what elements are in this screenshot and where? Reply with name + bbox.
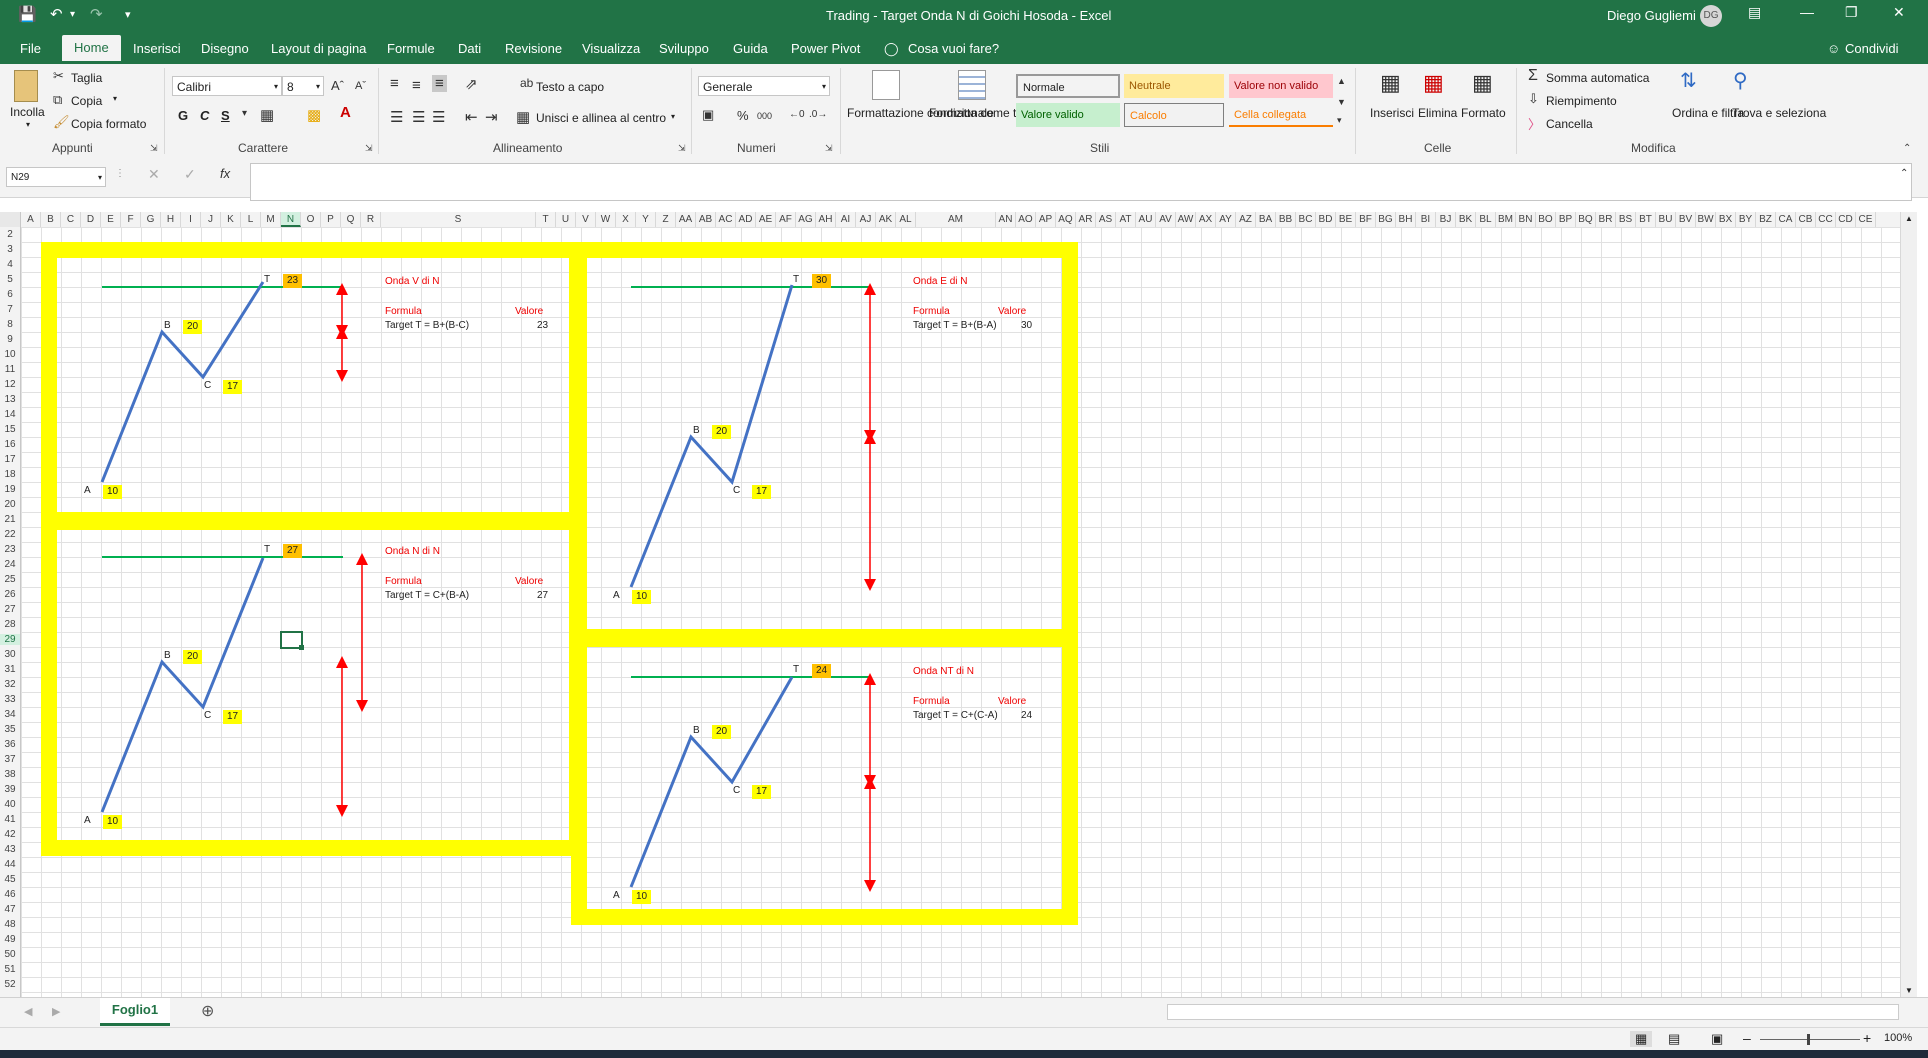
- scroll-up-icon: ▲: [1905, 214, 1913, 223]
- formula-header: Formula: [913, 306, 950, 317]
- drawing-layer: [41, 242, 1078, 925]
- panel-title: Onda E di N: [913, 276, 968, 287]
- wave-lines: [100, 281, 794, 888]
- point-label-a: A: [84, 485, 91, 496]
- value-t[interactable]: 23: [283, 274, 302, 288]
- next-sheet-icon[interactable]: ▶: [52, 1005, 60, 1018]
- point-label-b: B: [693, 725, 700, 736]
- point-label-b: B: [693, 425, 700, 436]
- formula-result: 27: [537, 590, 549, 601]
- point-label-c: C: [204, 380, 212, 391]
- point-label-a: A: [613, 890, 620, 901]
- page-layout-view-icon[interactable]: ▤: [1668, 1031, 1680, 1047]
- frame-onda-nt: [571, 631, 1078, 925]
- value-b[interactable]: 20: [712, 425, 731, 439]
- point-label-c: C: [733, 785, 741, 796]
- formula-header: Formula: [913, 696, 950, 707]
- value-c[interactable]: 17: [752, 785, 771, 799]
- point-label-a: A: [613, 590, 620, 601]
- measure-arrows: [336, 283, 876, 892]
- zoom-slider[interactable]: [1760, 1039, 1860, 1040]
- status-bar: ▦ ▤ ▣ – + 100%: [0, 1027, 1928, 1051]
- point-label-c: C: [204, 710, 212, 721]
- formula-header: Formula: [385, 576, 422, 587]
- point-label-t: T: [264, 274, 271, 285]
- frame-onda-e: [571, 242, 1078, 645]
- formula-result: 30: [1021, 320, 1033, 331]
- target-lines: [102, 286, 870, 678]
- point-label-b: B: [164, 320, 171, 331]
- point-label-b: B: [164, 650, 171, 661]
- sheet-tab-bar: ◀ ▶ Foglio1 ⊕: [0, 997, 1928, 1028]
- normal-view-icon[interactable]: ▦: [1630, 1031, 1653, 1047]
- page-break-view-icon[interactable]: ▣: [1711, 1031, 1723, 1047]
- formula-text: Target T = B+(B-C): [385, 320, 470, 331]
- formula-result: 23: [537, 320, 549, 331]
- point-label-a: A: [84, 815, 91, 826]
- fill-handle[interactable]: [299, 645, 304, 650]
- frame-onda-v: [41, 242, 585, 528]
- wave-onda-nt: [629, 676, 794, 888]
- taskbar: [0, 1050, 1928, 1058]
- active-cell[interactable]: [280, 631, 303, 649]
- point-label-c: C: [733, 485, 741, 496]
- value-header: Valore: [515, 576, 544, 587]
- wave-onda-n: [100, 557, 265, 813]
- value-t[interactable]: 27: [283, 544, 302, 558]
- value-a[interactable]: 10: [632, 890, 651, 904]
- formula-text: Target T = C+(B-A): [385, 590, 470, 601]
- formula-text: Target T = B+(B-A): [913, 320, 997, 331]
- value-a[interactable]: 10: [103, 485, 122, 499]
- point-label-t: T: [793, 664, 800, 675]
- value-t[interactable]: 24: [812, 664, 831, 678]
- prev-sheet-icon[interactable]: ◀: [24, 1005, 32, 1018]
- vertical-scrollbar[interactable]: ▲ ▼: [1900, 212, 1917, 997]
- zoom-slider-thumb[interactable]: [1807, 1034, 1810, 1045]
- formula-header: Formula: [385, 306, 422, 317]
- formula-text: Target T = C+(C-A): [913, 710, 998, 721]
- panel-title: Onda V di N: [385, 276, 440, 287]
- value-header: Valore: [998, 306, 1027, 317]
- zoom-out-icon[interactable]: –: [1743, 1030, 1751, 1046]
- frame-onda-n: [41, 514, 585, 856]
- value-b[interactable]: 20: [712, 725, 731, 739]
- sheet-tab-foglio1[interactable]: Foglio1: [100, 998, 170, 1026]
- value-a[interactable]: 10: [632, 590, 651, 604]
- value-c[interactable]: 17: [223, 380, 242, 394]
- value-c[interactable]: 17: [223, 710, 242, 724]
- value-b[interactable]: 20: [183, 320, 202, 334]
- zoom-level[interactable]: 100%: [1884, 1032, 1912, 1044]
- value-b[interactable]: 20: [183, 650, 202, 664]
- value-header: Valore: [515, 306, 544, 317]
- add-sheet-icon[interactable]: ⊕: [201, 1001, 214, 1021]
- panel-title: Onda NT di N: [913, 666, 974, 677]
- scroll-down-icon: ▼: [1905, 986, 1913, 995]
- value-t[interactable]: 30: [812, 274, 831, 288]
- point-label-t: T: [793, 274, 800, 285]
- horizontal-scrollbar[interactable]: [1167, 1004, 1899, 1020]
- formula-result: 24: [1021, 710, 1033, 721]
- value-header: Valore: [998, 696, 1027, 707]
- panel-title: Onda N di N: [385, 546, 441, 557]
- value-a[interactable]: 10: [103, 815, 122, 829]
- zoom-in-icon[interactable]: +: [1863, 1030, 1871, 1046]
- panel-frames: [41, 242, 1078, 925]
- point-label-t: T: [264, 544, 271, 555]
- value-c[interactable]: 17: [752, 485, 771, 499]
